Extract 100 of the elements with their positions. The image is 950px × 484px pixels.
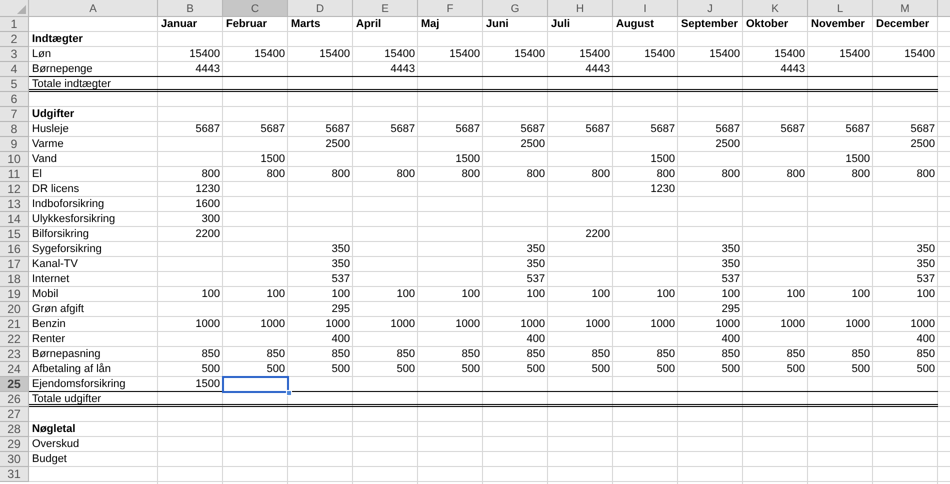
column-header[interactable]: D bbox=[288, 0, 353, 17]
table-cell-text: 5687 bbox=[390, 122, 416, 137]
row-header[interactable]: 6 bbox=[0, 92, 29, 107]
table-cell-text: September bbox=[680, 17, 739, 32]
row-header[interactable]: 13 bbox=[0, 197, 29, 212]
table-cell-text: 350 bbox=[526, 242, 546, 257]
row-header[interactable]: 16 bbox=[0, 242, 29, 257]
table-cell-text: 537 bbox=[916, 272, 936, 287]
table-cell-text: 5687 bbox=[910, 122, 936, 137]
table-cell-text: 100 bbox=[330, 287, 351, 302]
row-header[interactable]: 14 bbox=[0, 212, 29, 227]
table-cell-text: 1000 bbox=[260, 317, 286, 332]
table-cell-text: 2500 bbox=[910, 137, 936, 152]
row-header[interactable]: 1 bbox=[0, 17, 29, 32]
table-cell-text: 5687 bbox=[584, 122, 611, 137]
table-cell-text: 15400 bbox=[253, 47, 286, 62]
table-cell-text: 850 bbox=[850, 347, 871, 362]
row-header[interactable]: 9 bbox=[0, 137, 29, 152]
row-header[interactable]: 7 bbox=[0, 107, 29, 122]
column-header[interactable]: C bbox=[223, 0, 288, 17]
row-header[interactable]: 30 bbox=[0, 452, 29, 467]
column-header[interactable]: M bbox=[873, 0, 938, 17]
row-header[interactable]: 26 bbox=[0, 392, 29, 407]
table-cell-text: 5687 bbox=[194, 122, 221, 137]
table-cell-text: 5687 bbox=[650, 122, 676, 137]
table-cell-text: 4443 bbox=[194, 62, 221, 77]
row-header[interactable]: 2 bbox=[0, 32, 29, 47]
row-header[interactable]: 11 bbox=[0, 167, 29, 182]
row-header[interactable]: 19 bbox=[0, 287, 29, 302]
column-header[interactable]: A bbox=[29, 0, 158, 17]
row-header[interactable]: 21 bbox=[0, 317, 29, 332]
table-cell-text: Internet bbox=[31, 272, 70, 287]
row-header[interactable]: 5 bbox=[0, 77, 29, 92]
column-header[interactable]: J bbox=[678, 0, 743, 17]
row-header[interactable]: 15 bbox=[0, 227, 29, 242]
table-cell-text: 100 bbox=[526, 287, 546, 302]
table-cell-text: 2500 bbox=[324, 137, 351, 152]
table-cell-text: Renter bbox=[31, 332, 66, 347]
table-cell-text: 500 bbox=[786, 362, 806, 377]
column-header[interactable]: E bbox=[353, 0, 418, 17]
row-header[interactable]: 24 bbox=[0, 362, 29, 377]
table-cell-text: 5687 bbox=[260, 122, 286, 137]
column-header[interactable]: L bbox=[808, 0, 873, 17]
table-cell-text: 1600 bbox=[194, 197, 221, 212]
table-cell-text: 1000 bbox=[194, 317, 221, 332]
table-cell-text: 1000 bbox=[584, 317, 611, 332]
column-header[interactable]: K bbox=[743, 0, 808, 17]
table-cell-text: 1000 bbox=[844, 317, 871, 332]
column-header[interactable]: I bbox=[613, 0, 678, 17]
table-cell-text: 850 bbox=[526, 347, 546, 362]
table-cell-text: Bilforsikring bbox=[31, 227, 90, 242]
table-cell-text: 4443 bbox=[390, 62, 416, 77]
triangle-icon bbox=[17, 5, 26, 14]
fill-handle[interactable] bbox=[286, 390, 292, 396]
row-header[interactable]: 17 bbox=[0, 257, 29, 272]
row-header[interactable]: 3 bbox=[0, 47, 29, 62]
row-header[interactable]: 18 bbox=[0, 272, 29, 287]
column-header[interactable]: G bbox=[483, 0, 548, 17]
table-cell-text: 800 bbox=[850, 167, 871, 182]
column-header[interactable]: F bbox=[418, 0, 483, 17]
table-cell-text: 800 bbox=[460, 167, 481, 182]
table-cell-text: 15400 bbox=[643, 47, 676, 62]
table-cell-text: 800 bbox=[656, 167, 676, 182]
table-cell-text: 850 bbox=[266, 347, 286, 362]
column-header[interactable]: B bbox=[158, 0, 223, 17]
active-cell-outline[interactable] bbox=[222, 376, 289, 393]
table-cell-text: 295 bbox=[330, 302, 351, 317]
table-cell-text: 850 bbox=[916, 347, 936, 362]
row-header[interactable]: 4 bbox=[0, 62, 29, 77]
row-header[interactable]: 27 bbox=[0, 407, 29, 422]
table-cell-text: 4443 bbox=[584, 62, 611, 77]
row-header[interactable]: 25 bbox=[0, 377, 29, 392]
table-cell-text: 500 bbox=[720, 362, 741, 377]
column-header[interactable]: H bbox=[548, 0, 613, 17]
table-cell-text: Benzin bbox=[31, 317, 67, 332]
table-cell-text: 500 bbox=[916, 362, 936, 377]
table-cell-text: Sygeforsikring bbox=[31, 242, 103, 257]
table-cell-text: 800 bbox=[590, 167, 611, 182]
table-cell-text: 15400 bbox=[838, 47, 871, 62]
row-header[interactable]: 31 bbox=[0, 467, 29, 482]
table-cell-text: 1000 bbox=[454, 317, 481, 332]
row-header[interactable]: 8 bbox=[0, 122, 29, 137]
table-cell-text: Maj bbox=[420, 17, 440, 32]
row-header[interactable]: 20 bbox=[0, 302, 29, 317]
row-header[interactable]: 23 bbox=[0, 347, 29, 362]
table-cell-text: 850 bbox=[460, 347, 481, 362]
table-cell-text: 350 bbox=[916, 242, 936, 257]
table-cell-text: 1000 bbox=[324, 317, 351, 332]
table-cell-text: 850 bbox=[396, 347, 416, 362]
table-cell-text: 100 bbox=[266, 287, 286, 302]
row-header[interactable]: 29 bbox=[0, 437, 29, 452]
table-cell-text: 1000 bbox=[780, 317, 806, 332]
row-header[interactable]: 10 bbox=[0, 152, 29, 167]
row-header[interactable]: 22 bbox=[0, 332, 29, 347]
table-cell-text: 850 bbox=[786, 347, 806, 362]
row-header[interactable]: 28 bbox=[0, 422, 29, 437]
row-header[interactable]: 12 bbox=[0, 182, 29, 197]
table-cell-text: Budget bbox=[31, 452, 68, 467]
table-cell-text: 500 bbox=[200, 362, 221, 377]
table-cell-text: 1500 bbox=[844, 152, 871, 167]
